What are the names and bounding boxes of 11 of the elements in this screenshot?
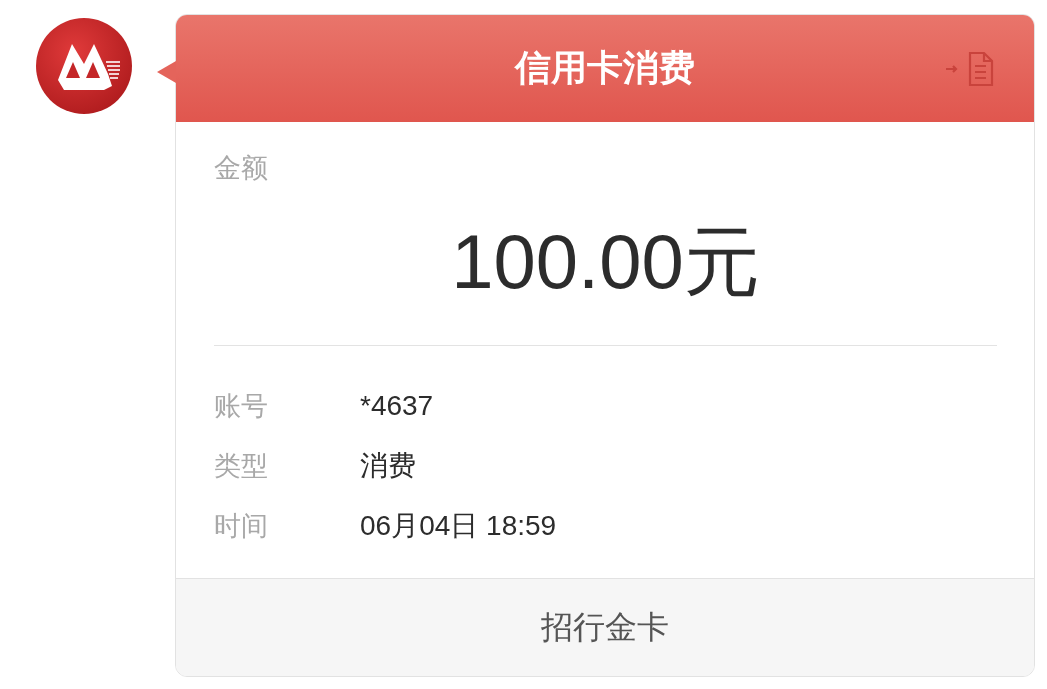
detail-value: *4637 bbox=[360, 390, 434, 422]
card-type-label: 招行金卡 bbox=[541, 606, 669, 648]
amount-label: 金额 bbox=[214, 151, 269, 185]
detail-label: 类型 bbox=[214, 449, 269, 483]
card-title: 信用卡消费 bbox=[515, 46, 695, 90]
detail-value: 消费 bbox=[360, 449, 416, 483]
card-footer[interactable]: 招行金卡 bbox=[176, 578, 1034, 676]
detail-value: 06月04日 18:59 bbox=[360, 509, 557, 543]
amount-value: 100.00元 bbox=[451, 218, 760, 306]
detail-label: 时间 bbox=[214, 509, 269, 543]
detail-label: 账号 bbox=[214, 389, 269, 423]
